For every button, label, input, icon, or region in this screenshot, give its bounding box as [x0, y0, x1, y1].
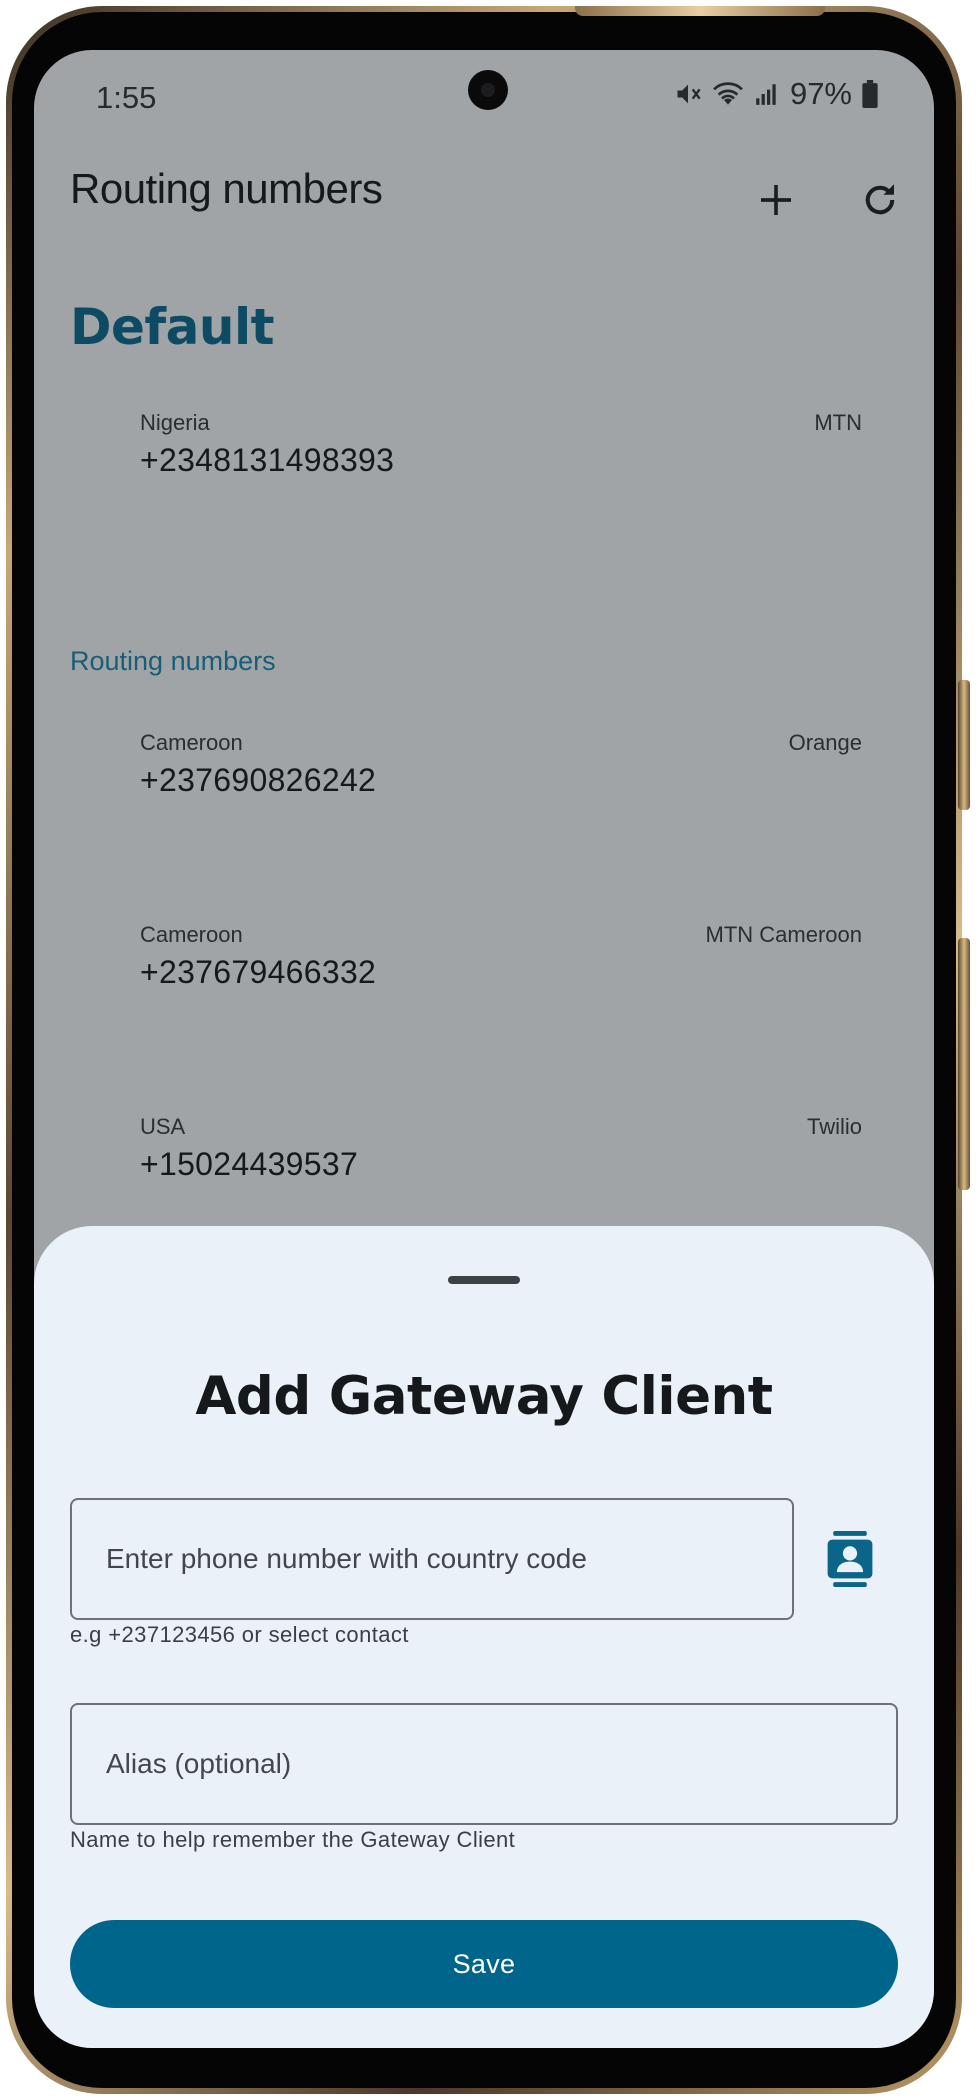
number-country: Cameroon: [140, 730, 243, 755]
add-gateway-client-sheet: Add Gateway Client e.g +237123456 or sel…: [34, 1226, 934, 2048]
page-title: Routing numbers: [70, 165, 383, 212]
routing-number-item[interactable]: Cameroon MTN Cameroon +237679466332: [34, 922, 934, 1072]
alias-helper: Name to help remember the Gateway Client: [70, 1827, 516, 1852]
number-country: Cameroon: [140, 922, 243, 947]
default-heading: Default: [70, 298, 275, 356]
number-phone: +237690826242: [140, 762, 377, 798]
phone-number-helper: e.g +237123456 or select contact: [70, 1622, 409, 1647]
alias-input[interactable]: [106, 1748, 896, 1780]
alias-field[interactable]: [70, 1703, 898, 1825]
battery-icon: [862, 80, 878, 108]
wifi-icon: [712, 80, 744, 108]
phone-number-field[interactable]: [70, 1498, 794, 1620]
power-button: [958, 680, 970, 810]
number-carrier: Orange: [788, 730, 862, 755]
mute-icon: [674, 80, 702, 108]
device-top-edge: [575, 6, 825, 16]
save-button[interactable]: Save: [70, 1920, 898, 2008]
sheet-drag-handle[interactable]: [448, 1276, 520, 1284]
signal-icon: [754, 81, 780, 107]
default-number-item[interactable]: Nigeria MTN +2348131498393: [34, 410, 934, 560]
routing-number-item[interactable]: Cameroon Orange +237690826242: [34, 730, 934, 880]
routing-numbers-heading: Routing numbers: [70, 646, 276, 676]
phone-number-input[interactable]: [106, 1543, 792, 1575]
refresh-button[interactable]: [850, 170, 910, 230]
number-carrier: MTN: [814, 410, 862, 435]
number-carrier: Twilio: [806, 1114, 862, 1139]
battery-percent: 97%: [789, 76, 852, 111]
screen: 1:55 97% Routing numbers Default Nigeria: [34, 50, 934, 2048]
number-carrier: MTN Cameroon: [705, 922, 862, 947]
number-phone: +237679466332: [140, 954, 377, 990]
volume-button: [958, 938, 970, 1190]
select-contact-button[interactable]: [820, 1526, 880, 1592]
front-camera: [468, 70, 508, 110]
status-time: 1:55: [96, 80, 157, 115]
number-phone: +15024439537: [140, 1146, 359, 1182]
contact-book-icon: [827, 1531, 873, 1587]
status-icons: 97%: [674, 76, 878, 112]
number-phone: +2348131498393: [140, 442, 395, 478]
number-country: USA: [140, 1114, 186, 1139]
number-country: Nigeria: [140, 410, 210, 435]
add-button[interactable]: [746, 170, 806, 230]
refresh-icon: [865, 184, 895, 215]
status-bar: 1:55 97%: [34, 50, 934, 150]
add-icon: [761, 185, 791, 215]
sheet-title: Add Gateway Client: [195, 1366, 773, 1427]
